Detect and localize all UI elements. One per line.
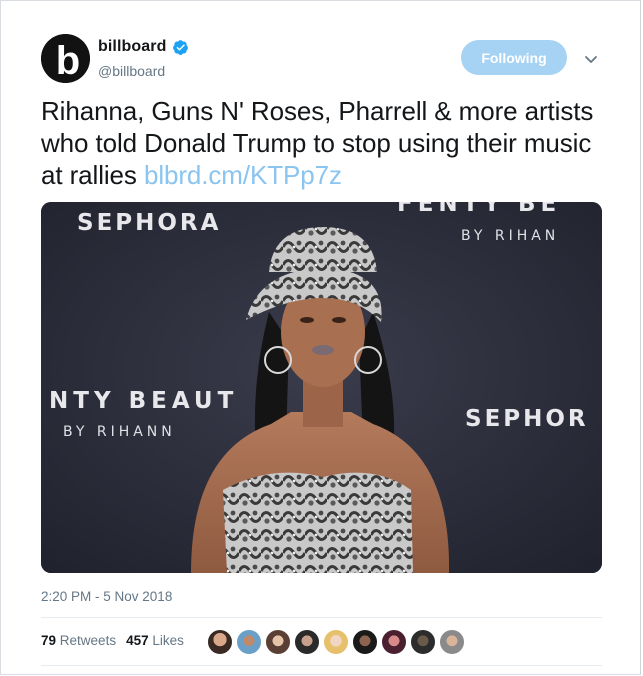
billboard-avatar[interactable]: b billboard (41, 34, 90, 83)
likes-count: 457 (126, 633, 149, 648)
retweets-label: Retweets (59, 633, 117, 648)
liker-avatar[interactable] (381, 629, 407, 655)
backdrop-text-5: BY RIHANN (63, 424, 176, 440)
liker-avatar[interactable] (207, 629, 233, 655)
liker-avatar[interactable] (439, 629, 465, 655)
liker-avatar[interactable] (323, 629, 349, 655)
divider-top (41, 617, 602, 618)
likes-label: Likes (152, 633, 184, 648)
photo-illustration: SEPHORA FENTY BE BY RIHAN NTY BEAUT BY R… (41, 202, 602, 573)
backdrop-text-1: SEPHORA (77, 210, 221, 236)
tweet-stats: 79 Retweets 457 Likes (41, 633, 184, 648)
retweets-stat[interactable]: 79 Retweets (41, 633, 116, 648)
verified-badge-icon (173, 39, 189, 55)
tweet-link[interactable]: blbrd.cm/KTPp7z (144, 160, 342, 190)
divider-bottom (41, 665, 602, 666)
tweet-photo[interactable]: SEPHORA FENTY BE BY RIHAN NTY BEAUT BY R… (41, 202, 602, 573)
avatar-wordmark: billboard (50, 37, 57, 64)
tweet-text: Rihanna, Guns N' Roses, Pharrell & more … (41, 95, 601, 191)
liker-avatar[interactable] (236, 629, 262, 655)
backdrop-text-6: SEPHOR (465, 406, 589, 432)
tweet-timestamp[interactable]: 2:20 PM - 5 Nov 2018 (41, 589, 172, 604)
liker-avatar[interactable] (410, 629, 436, 655)
tweet-card: b billboard billboard @billboard Followi… (0, 0, 641, 675)
liker-avatars (207, 629, 465, 655)
backdrop-text-4: NTY BEAUT (49, 388, 238, 414)
avatar-letter: b (56, 39, 80, 83)
retweets-count: 79 (41, 633, 57, 648)
liker-avatar[interactable] (352, 629, 378, 655)
liker-avatar[interactable] (294, 629, 320, 655)
account-name[interactable]: billboard (98, 38, 166, 56)
backdrop-text-2: FENTY BE (397, 202, 561, 217)
account-name-row[interactable]: billboard (98, 38, 189, 56)
likes-stat[interactable]: 457 Likes (126, 633, 184, 648)
liker-avatar[interactable] (265, 629, 291, 655)
chevron-down-icon[interactable] (581, 49, 601, 69)
following-button[interactable]: Following (461, 40, 567, 75)
account-handle[interactable]: @billboard (98, 63, 165, 79)
billboard-logo-icon: b billboard (41, 34, 90, 83)
backdrop-text-3: BY RIHAN (461, 228, 559, 244)
